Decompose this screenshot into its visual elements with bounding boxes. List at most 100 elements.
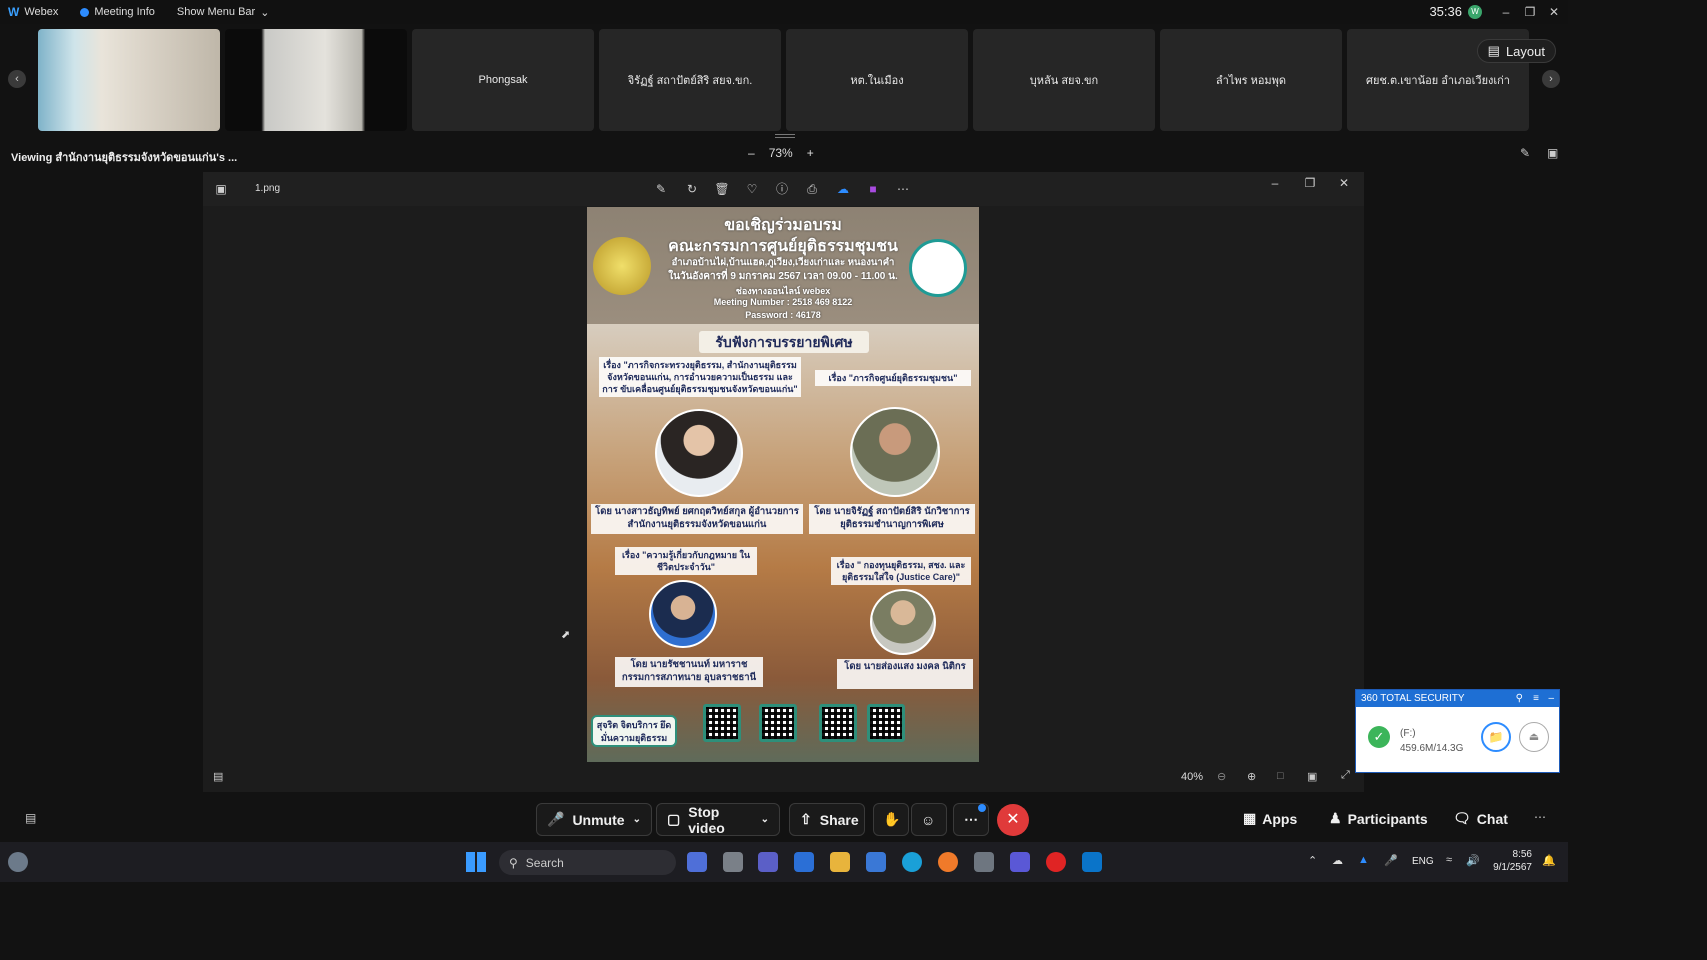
captions-icon[interactable]: ▤ <box>25 811 36 825</box>
participant-tile[interactable]: บุหลัน สยจ.ขก <box>973 29 1155 131</box>
chevron-down-icon[interactable]: ⌄ <box>633 814 641 825</box>
start-windows-icon[interactable] <box>466 852 486 872</box>
notification-dot-icon <box>978 804 986 812</box>
participant-tile[interactable]: Phongsak <box>412 29 594 131</box>
participant-tile[interactable]: หต.ในเมือง <box>786 29 968 131</box>
store-icon[interactable] <box>866 852 886 872</box>
zoom-in-button[interactable]: + <box>807 146 814 160</box>
app-icon[interactable] <box>1010 852 1030 872</box>
strip-prev-arrow-icon[interactable]: ‹ <box>8 70 26 88</box>
search-icon[interactable]: ⚲ <box>1516 690 1523 707</box>
participants-button[interactable]: ♟ Participants <box>1329 810 1428 827</box>
restore-icon[interactable]: ❐ <box>1302 175 1318 191</box>
clipchamp-icon[interactable]: ■ <box>865 181 881 197</box>
notification-bell-icon[interactable]: 🔔 <box>1542 854 1556 867</box>
delete-icon[interactable]: 🗑 <box>714 181 730 197</box>
firefox-icon[interactable] <box>938 852 958 872</box>
clock-time: 8:56 <box>1512 849 1532 860</box>
leave-meeting-button[interactable]: ✕ <box>997 804 1029 836</box>
share-button[interactable]: ⇧ Share <box>789 803 865 836</box>
weather-icon[interactable] <box>8 852 28 872</box>
gallery-icon[interactable]: ▣ <box>213 181 229 197</box>
more-options-icon[interactable]: ⋯ <box>895 181 911 197</box>
security-popup-header: 360 TOTAL SECURITY ⚲ ≡ – <box>1356 690 1559 707</box>
qr-code-icon <box>819 704 857 742</box>
chevron-down-icon: ⌄ <box>260 6 270 19</box>
mail-icon[interactable] <box>794 852 814 872</box>
rotate-icon[interactable]: ↻ <box>684 181 700 197</box>
close-icon[interactable]: ✕ <box>1544 3 1564 21</box>
zoom-out-icon[interactable]: ⊖ <box>1217 770 1226 783</box>
widgets-icon[interactable] <box>687 852 707 872</box>
remote-control-icon[interactable]: ▣ <box>1547 146 1558 160</box>
qr-code-icon <box>703 704 741 742</box>
participant-video-tile[interactable] <box>225 29 407 131</box>
chevron-up-icon[interactable]: ⌃ <box>1308 854 1317 867</box>
opera-icon[interactable] <box>1046 852 1066 872</box>
reactions-button[interactable]: ☺ <box>911 803 947 836</box>
favorite-heart-icon[interactable]: ♡ <box>744 181 760 197</box>
avatar[interactable]: W <box>1468 5 1482 19</box>
annotate-icon[interactable]: ✎ <box>1520 146 1530 160</box>
microphone-icon[interactable]: 🎤 <box>1384 854 1398 867</box>
taskbar-search[interactable]: ⚲ Search <box>499 850 676 875</box>
share-label: Share <box>819 811 859 828</box>
open-folder-icon[interactable]: 📁 <box>1481 722 1511 752</box>
chat-button[interactable]: 🗨 Chat <box>1453 810 1508 827</box>
edit-image-icon[interactable]: ✎ <box>653 181 669 197</box>
participant-strip: ‹ Phongsak จิรัฏฐ์ สถาปัตย์สิริ สยจ.ขก. … <box>0 24 1568 136</box>
raise-hand-button[interactable]: ✋ <box>873 803 909 836</box>
minimize-icon[interactable]: – <box>1496 3 1516 21</box>
file-explorer-icon[interactable] <box>830 852 850 872</box>
strip-next-arrow-icon[interactable]: › <box>1542 70 1560 88</box>
chevron-down-icon[interactable]: ⌄ <box>761 814 769 825</box>
layout-button[interactable]: ▤ Layout <box>1476 39 1556 63</box>
security-popup: 360 TOTAL SECURITY ⚲ ≡ – ✓ (F:) 459.6M/1… <box>1355 689 1560 773</box>
minimize-icon[interactable]: – <box>1548 690 1554 707</box>
meeting-controls: ▤ 🎤 Unmute ⌄ ▢ Stop video ⌄ ⇧ Share ✋ ☺ … <box>0 798 1568 842</box>
participant-tile[interactable]: จิรัฏฐ์ สถาปัตย์สิริ สยจ.ขก. <box>599 29 781 131</box>
apps-label: Apps <box>1262 810 1298 827</box>
image-zoom-level: 40% <box>1181 771 1204 783</box>
menu-icon[interactable]: ≡ <box>1533 690 1539 707</box>
unmute-button[interactable]: 🎤 Unmute ⌄ <box>536 803 652 836</box>
drive-info: (F:) 459.6M/14.3G <box>1400 726 1463 756</box>
participant-tile[interactable]: ลำไพร หอมพุด <box>1160 29 1342 131</box>
restore-icon[interactable]: ❐ <box>1520 3 1540 21</box>
close-icon[interactable]: ✕ <box>1336 175 1352 191</box>
onedrive-icon[interactable]: ☁ <box>1332 854 1343 867</box>
microphone-muted-icon: 🎤 <box>547 811 565 827</box>
security-tray-icon[interactable]: ▲ <box>1358 854 1369 866</box>
stop-video-button[interactable]: ▢ Stop video ⌄ <box>656 803 780 836</box>
webex-taskbar-icon[interactable] <box>1082 852 1102 872</box>
fullscreen-icon[interactable]: ⤢ <box>1341 769 1350 782</box>
volume-icon[interactable]: 🔊 <box>1466 854 1480 867</box>
camera-icon[interactable] <box>974 852 994 872</box>
participant-video-tile[interactable] <box>38 29 220 131</box>
print-icon[interactable]: ⎙ <box>804 181 820 197</box>
drag-handle-icon[interactable] <box>775 134 795 138</box>
taskbar-clock[interactable]: 8:56 9/1/2567 <box>1493 848 1532 874</box>
teams-icon[interactable] <box>758 852 778 872</box>
edge-icon[interactable] <box>902 852 922 872</box>
poster-topic-2: เรื่อง "ภารกิจศูนย์ยุติธรรมชุมชน" <box>815 370 971 386</box>
fit-window-icon[interactable]: ▣ <box>1307 770 1317 783</box>
wifi-icon[interactable]: ≈ <box>1446 854 1452 866</box>
zoom-out-button[interactable]: – <box>748 146 755 160</box>
apps-button[interactable]: ▦ Apps <box>1243 810 1297 827</box>
zoom-in-icon[interactable]: ⊕ <box>1247 770 1256 783</box>
show-menu-bar-button[interactable]: Show Menu Bar ⌄ <box>177 6 269 19</box>
filmstrip-icon[interactable]: ▤ <box>213 770 223 783</box>
eject-icon[interactable]: ⏏ <box>1519 722 1549 752</box>
actual-size-icon[interactable]: □ <box>1277 770 1284 782</box>
meeting-info-button[interactable]: Meeting Info <box>80 6 155 18</box>
stop-video-label: Stop video <box>688 803 725 836</box>
speaker-1-caption: โดย นางสาวธัญทิพย์ ยศกฤตวิทย์สกุล ผู้อำน… <box>591 504 803 534</box>
speaker-2-caption: โดย นายจิรัฏฐ์ สถาปัตย์สิริ นักวิชาการยุ… <box>809 504 975 534</box>
more-icon[interactable]: ⋯ <box>1534 810 1546 824</box>
minimize-icon[interactable]: – <box>1267 175 1283 191</box>
input-language[interactable]: ENG <box>1412 856 1434 867</box>
info-icon[interactable]: ⓘ <box>774 181 790 197</box>
onedrive-cloud-icon[interactable]: ☁ <box>835 181 851 197</box>
task-view-icon[interactable] <box>723 852 743 872</box>
